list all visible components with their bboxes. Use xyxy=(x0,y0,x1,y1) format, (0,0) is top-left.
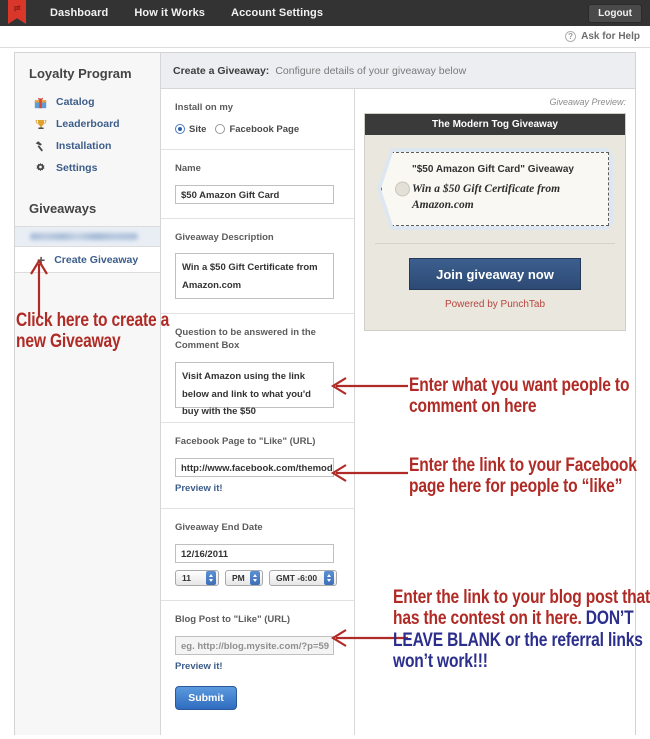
annotation-arrow-facebook xyxy=(330,464,408,482)
page-subtitle: Configure details of your giveaway below xyxy=(275,64,467,77)
sidebar-item-existing-giveaway[interactable] xyxy=(15,226,160,247)
radio-facebook-input[interactable] xyxy=(215,124,226,135)
stepper-icon[interactable] xyxy=(206,570,216,585)
join-giveaway-button[interactable]: Join giveaway now xyxy=(409,258,581,291)
preview-widget-header: The Modern Tog Giveaway xyxy=(365,114,625,135)
radio-site-label: Site xyxy=(189,123,207,135)
timezone-select[interactable]: GMT -6:00 xyxy=(269,569,337,586)
help-bar: ? Ask for Help xyxy=(0,26,650,48)
question-label: Question to be answered in the Comment B… xyxy=(175,327,316,352)
facebook-url-input[interactable]: http://www.facebook.com/themoderntog xyxy=(175,457,334,477)
sidebar-item-catalog[interactable]: Catalog xyxy=(15,91,160,113)
sidebar: Loyalty Program Catalog Leaderboard Inst… xyxy=(15,53,161,735)
logout-button[interactable]: Logout xyxy=(588,4,642,23)
blog-preview-link[interactable]: Preview it! xyxy=(175,661,340,672)
ampm-select[interactable]: PM xyxy=(225,569,263,586)
gift-icon xyxy=(33,95,48,109)
question-textarea[interactable]: Visit Amazon using the link below and li… xyxy=(175,362,334,417)
submit-button[interactable]: Submit xyxy=(175,685,237,710)
name-label: Name xyxy=(175,162,201,174)
blog-url-input[interactable]: eg. http://blog.mysite.com/?p=59 xyxy=(175,635,334,655)
sidebar-item-label: Installation xyxy=(56,140,112,152)
annotation-create-giveaway: Click here to create a new Giveaway xyxy=(16,310,170,353)
sidebar-item-label: Leaderboard xyxy=(56,118,120,130)
ampm-select-value: PM xyxy=(232,572,245,583)
annotation-comment-field: Enter what you want people to comment on… xyxy=(409,375,630,418)
sidebar-section-loyalty-program: Loyalty Program xyxy=(29,66,132,81)
form-group-end-date: Giveaway End Date 12/16/2011 11 PM GMT -… xyxy=(161,509,354,601)
stepper-icon[interactable] xyxy=(250,570,260,585)
gear-icon xyxy=(33,161,48,175)
form-group-question: Question to be answered in the Comment B… xyxy=(161,314,354,424)
form-group-description: Giveaway Description Win a $50 Gift Cert… xyxy=(161,219,354,315)
form-group-facebook-url: Facebook Page to "Like" (URL) http://www… xyxy=(161,423,354,509)
preview-widget: The Modern Tog Giveaway "$50 Amazon Gift… xyxy=(364,113,626,332)
hour-select[interactable]: 11 xyxy=(175,569,219,586)
sidebar-item-label: Catalog xyxy=(56,96,95,108)
description-textarea[interactable]: Win a $50 Gift Certificate from Amazon.c… xyxy=(175,253,334,300)
top-navigation-bar: pt Dashboard How it Works Account Settin… xyxy=(0,0,650,26)
gift-tag-shape: "$50 Amazon Gift Card" Giveaway Win a $5… xyxy=(377,148,613,231)
preview-caption: Giveaway Preview: xyxy=(549,97,626,107)
blog-url-label: Blog Post to "Like" (URL) xyxy=(175,613,291,625)
preview-tag-title: "$50 Amazon Gift Card" Giveaway xyxy=(412,164,574,175)
gift-tag-inner: "$50 Amazon Gift Card" Giveaway Win a $5… xyxy=(381,152,609,227)
punchtab-logo[interactable]: pt xyxy=(6,0,28,26)
content-header: Create a Giveaway: Configure details of … xyxy=(161,53,635,89)
nav-item-dashboard[interactable]: Dashboard xyxy=(50,7,108,19)
stepper-icon[interactable] xyxy=(324,570,334,585)
trophy-icon xyxy=(33,117,48,131)
tag-hole-icon xyxy=(395,181,410,197)
page-title: Create a Giveaway: xyxy=(173,64,270,77)
facebook-preview-link[interactable]: Preview it! xyxy=(175,483,340,494)
logo-text: pt xyxy=(13,5,20,12)
nav-item-how-it-works[interactable]: How it Works xyxy=(134,7,205,19)
annotation-facebook-field: Enter the link to your Facebook page her… xyxy=(409,455,637,498)
radio-option-facebook-page[interactable]: Facebook Page xyxy=(215,124,299,135)
end-date-label: Giveaway End Date xyxy=(175,521,263,533)
install-radio-group: Site Facebook Page xyxy=(175,124,340,135)
timezone-select-value: GMT -6:00 xyxy=(276,572,318,583)
powered-by-label: Powered by PunchTab xyxy=(444,299,546,311)
annotation-blog-field: Enter the link to your blog post that ha… xyxy=(393,587,650,673)
nav-item-account-settings[interactable]: Account Settings xyxy=(231,7,323,19)
preview-tag-description: Win a $50 Gift Certificate from Amazon.c… xyxy=(412,183,561,211)
name-input[interactable]: $50 Amazon Gift Card xyxy=(175,184,334,204)
end-date-input[interactable]: 12/16/2011 xyxy=(175,543,334,563)
giveaway-form: Install on my Site Facebook Page Name $5… xyxy=(161,89,355,735)
form-group-name: Name $50 Amazon Gift Card xyxy=(161,150,354,219)
form-group-blog-url: Blog Post to "Like" (URL) eg. http://blo… xyxy=(161,601,354,724)
form-group-install: Install on my Site Facebook Page xyxy=(161,89,354,150)
ribbon-icon: pt xyxy=(8,0,26,24)
radio-site-input[interactable] xyxy=(175,124,185,135)
hammer-icon xyxy=(33,139,48,153)
sidebar-item-installation[interactable]: Installation xyxy=(15,135,160,157)
ask-for-help-link[interactable]: Ask for Help xyxy=(581,31,640,42)
radio-facebook-label: Facebook Page xyxy=(229,123,300,135)
nav-links: Dashboard How it Works Account Settings xyxy=(50,7,323,19)
facebook-url-label: Facebook Page to "Like" (URL) xyxy=(175,436,316,448)
preview-widget-body: "$50 Amazon Gift Card" Giveaway Win a $5… xyxy=(365,135,625,331)
end-time-selectors: 11 PM GMT -6:00 xyxy=(175,569,340,586)
redacted-text-bar xyxy=(30,233,138,240)
annotation-arrow-comment xyxy=(330,377,408,395)
question-circle-icon[interactable]: ? xyxy=(565,31,577,42)
hour-select-value: 11 xyxy=(182,572,191,583)
sidebar-item-settings[interactable]: Settings xyxy=(15,157,160,179)
radio-option-site[interactable]: Site xyxy=(175,124,206,135)
install-label: Install on my xyxy=(175,102,234,113)
sidebar-item-leaderboard[interactable]: Leaderboard xyxy=(15,113,160,135)
description-label: Giveaway Description xyxy=(175,231,274,243)
sidebar-item-label: Settings xyxy=(56,162,98,174)
preview-divider xyxy=(375,243,615,245)
sidebar-section-giveaways: Giveaways xyxy=(29,201,97,216)
